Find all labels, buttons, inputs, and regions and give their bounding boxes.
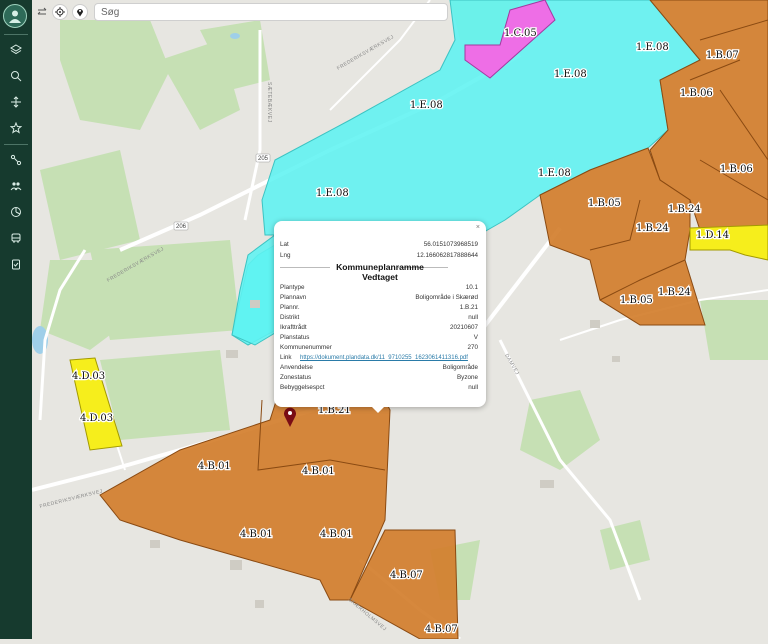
svg-text:4.B.07: 4.B.07: [425, 624, 458, 635]
attr-row: Plannr. 1.B.21: [280, 304, 478, 311]
attr-row: Zonestatus Byzone: [280, 374, 478, 381]
popup-subtitle: Vedtaget: [362, 272, 398, 282]
link-row: Link https://dokument.plandata.dk/11_971…: [280, 353, 468, 363]
pie-icon: [11, 207, 21, 217]
svg-text:1.D.14: 1.D.14: [696, 230, 729, 241]
lat-label: Lat: [280, 241, 289, 248]
attr-row: Plannavn Boligområde i Skærød: [280, 294, 478, 301]
map-pin-icon: [77, 9, 83, 17]
svg-text:1.E.08: 1.E.08: [538, 168, 571, 179]
avatar[interactable]: [3, 4, 27, 28]
zoom-icon: [11, 71, 22, 82]
route-button[interactable]: [6, 150, 26, 170]
attr-row: Ikrafttrådt 20210607: [280, 324, 478, 331]
svg-text:1.B.06: 1.B.06: [680, 88, 713, 99]
attr-row: Bebyggelsespct null: [280, 384, 478, 391]
users-icon: [10, 182, 22, 191]
crosshair-icon: [55, 7, 65, 17]
sidebar-divider: [4, 34, 28, 35]
place-button[interactable]: [72, 4, 88, 20]
svg-text:1.E.08: 1.E.08: [554, 69, 587, 80]
route-icon: [10, 154, 22, 166]
clipboard-icon: [12, 259, 20, 270]
popup-title: Kommuneplanramme: [336, 262, 424, 272]
star-button[interactable]: [6, 118, 26, 138]
svg-text:1.E.08: 1.E.08: [636, 42, 669, 53]
locate-button[interactable]: [52, 4, 68, 20]
bus-icon: [11, 233, 21, 243]
svg-text:4.B.01: 4.B.01: [240, 529, 273, 540]
tasks-button[interactable]: [6, 254, 26, 274]
layers-button[interactable]: [6, 40, 26, 60]
swap-button[interactable]: [34, 4, 50, 20]
lng-label: Lng: [280, 252, 291, 259]
search-input[interactable]: [94, 3, 448, 21]
svg-text:206: 206: [176, 224, 187, 230]
svg-text:1.B.06: 1.B.06: [720, 164, 753, 175]
close-button[interactable]: ×: [476, 224, 480, 231]
svg-text:1.B.07: 1.B.07: [706, 50, 739, 61]
arrows-icon: [11, 96, 21, 108]
star-icon: [10, 122, 22, 134]
lat-row: Lat 56.0151073968519: [280, 240, 478, 250]
swap-arrows-icon: [37, 7, 47, 15]
group-button[interactable]: [6, 176, 26, 196]
svg-text:1.C.05: 1.C.05: [504, 28, 537, 39]
attr-row: Plantype 10.1: [280, 284, 478, 291]
svg-text:4.B.01: 4.B.01: [320, 529, 353, 540]
user-icon: [9, 10, 21, 23]
svg-text:4.B.07: 4.B.07: [390, 570, 423, 581]
plan-document-link[interactable]: https://dokument.plandata.dk/11_9710255_…: [300, 353, 468, 363]
svg-text:1.B.05: 1.B.05: [620, 295, 653, 306]
vehicle-button[interactable]: [6, 228, 26, 248]
svg-text:1.B.05: 1.B.05: [588, 198, 621, 209]
svg-text:4.B.01: 4.B.01: [198, 461, 231, 472]
sidebar: [0, 0, 32, 639]
svg-text:1.B.24: 1.B.24: [658, 287, 691, 298]
svg-text:1.E.08: 1.E.08: [410, 100, 443, 111]
svg-text:1.B.24: 1.B.24: [668, 204, 701, 215]
attr-row: Kommunenummer 270: [280, 344, 478, 351]
svg-text:SÆTEBÆKVEJ: SÆTEBÆKVEJ: [266, 82, 272, 123]
location-marker-icon[interactable]: [283, 406, 297, 428]
plan-button[interactable]: [6, 202, 26, 222]
svg-text:4.D.03: 4.D.03: [72, 371, 105, 382]
lat-value: 56.0151073968519: [423, 241, 478, 248]
sidebar-divider: [4, 144, 28, 145]
attr-row: Planstatus V: [280, 334, 478, 341]
lng-row: Lng 12.166062817888644: [280, 251, 478, 261]
svg-text:205: 205: [258, 156, 269, 162]
svg-text:1.E.08: 1.E.08: [316, 188, 349, 199]
sync-button[interactable]: [6, 92, 26, 112]
svg-text:4.D.03: 4.D.03: [80, 413, 113, 424]
layers-icon: [10, 44, 22, 55]
attr-row: Distrikt null: [280, 314, 478, 321]
attr-row: Anvendelse Boligområde: [280, 364, 478, 371]
zoom-search-button[interactable]: [6, 66, 26, 86]
svg-text:4.B.01: 4.B.01: [302, 466, 335, 477]
svg-text:1.B.24: 1.B.24: [636, 223, 669, 234]
feature-info-popup: × Lat 56.0151073968519 Lng 12.1660628178…: [274, 221, 486, 413]
lng-value: 12.166062817888644: [416, 252, 478, 259]
top-bar: [32, 0, 450, 24]
